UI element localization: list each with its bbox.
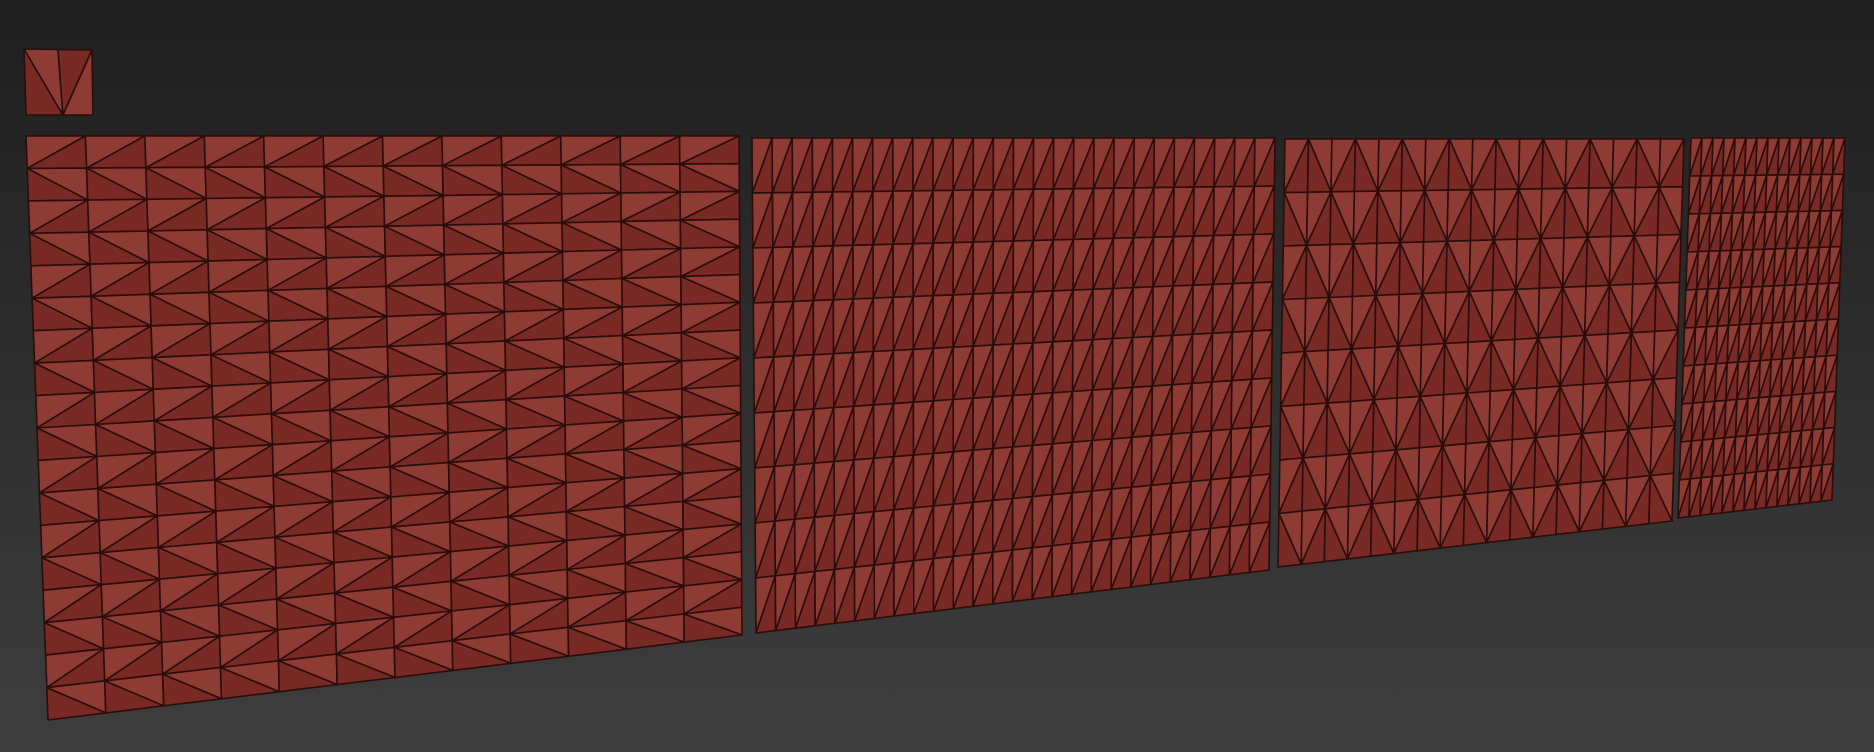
3d-viewport[interactable] xyxy=(0,0,1874,752)
mesh-grid-4[interactable] xyxy=(1677,137,1846,519)
mesh-grid-3[interactable] xyxy=(1277,138,1685,568)
viewport-scene xyxy=(23,48,1846,721)
mesh-grid-2[interactable] xyxy=(751,137,1276,634)
mesh-grid-1[interactable] xyxy=(25,135,743,721)
mesh-single-quad[interactable] xyxy=(23,48,94,116)
